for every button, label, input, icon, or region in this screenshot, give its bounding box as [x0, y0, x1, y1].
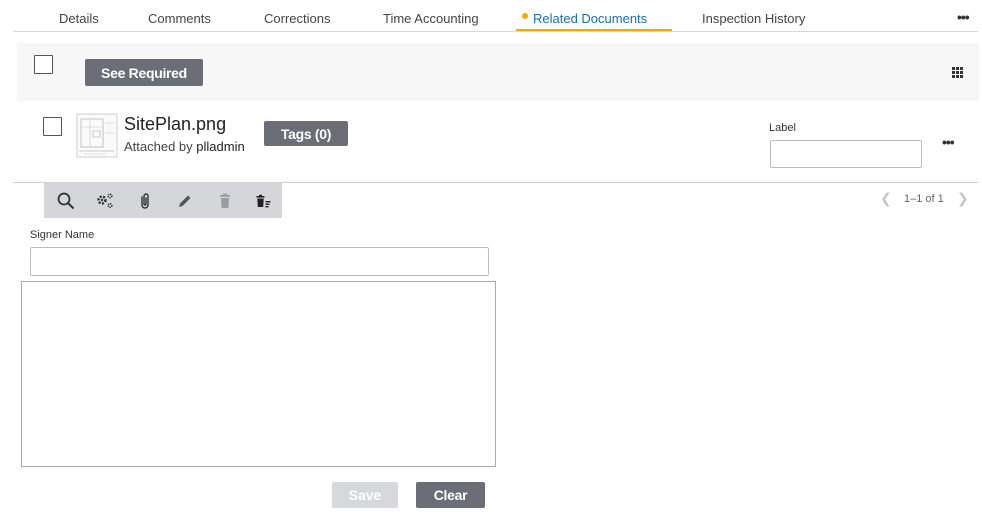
save-button[interactable]: Save [332, 482, 398, 508]
tab-corrections[interactable]: Corrections [264, 11, 330, 26]
next-page-icon[interactable]: ❯ [957, 190, 969, 207]
label-caption: Label [769, 122, 796, 134]
attached-prefix: Attached by [124, 139, 193, 154]
tab-divider [13, 31, 978, 32]
document-more-icon[interactable]: ••• [942, 134, 955, 150]
see-required-button[interactable]: See Required [85, 59, 203, 86]
settings-gears-icon[interactable] [95, 191, 115, 211]
attached-by-text: Attached by plladmin [124, 139, 245, 154]
tab-related-documents[interactable]: Related Documents [533, 11, 647, 26]
signature-pad[interactable] [21, 281, 496, 467]
document-checkbox[interactable] [43, 117, 62, 136]
tab-comments[interactable]: Comments [148, 11, 211, 26]
attached-user: plladmin [196, 139, 245, 154]
trash-icon[interactable] [215, 191, 235, 211]
label-input[interactable] [770, 140, 922, 168]
grid-view-icon[interactable] [952, 67, 964, 78]
notification-dot-icon [522, 13, 528, 19]
tags-button[interactable]: Tags (0) [264, 121, 348, 146]
tab-bar: Details Comments Corrections Time Accoun… [0, 0, 982, 32]
document-name[interactable]: SitePlan.png [124, 114, 226, 135]
signer-name-label: Signer Name [30, 229, 95, 241]
paperclip-icon[interactable] [135, 191, 155, 211]
pencil-icon[interactable] [175, 191, 195, 211]
tab-details[interactable]: Details [59, 11, 99, 26]
clear-button[interactable]: Clear [416, 482, 485, 508]
tab-inspection-history[interactable]: Inspection History [702, 11, 805, 26]
document-thumbnail[interactable] [76, 113, 118, 158]
search-icon[interactable] [56, 191, 76, 211]
document-toolbar [44, 183, 282, 218]
select-all-checkbox[interactable] [34, 55, 53, 74]
tab-time-accounting[interactable]: Time Accounting [383, 11, 479, 26]
tabs-more-icon[interactable]: ••• [957, 9, 970, 25]
pagination-text: 1–1 of 1 [904, 193, 944, 205]
prev-page-icon[interactable]: ❮ [880, 190, 892, 207]
delete-list-icon[interactable] [254, 191, 274, 211]
signer-name-input[interactable] [30, 247, 489, 276]
